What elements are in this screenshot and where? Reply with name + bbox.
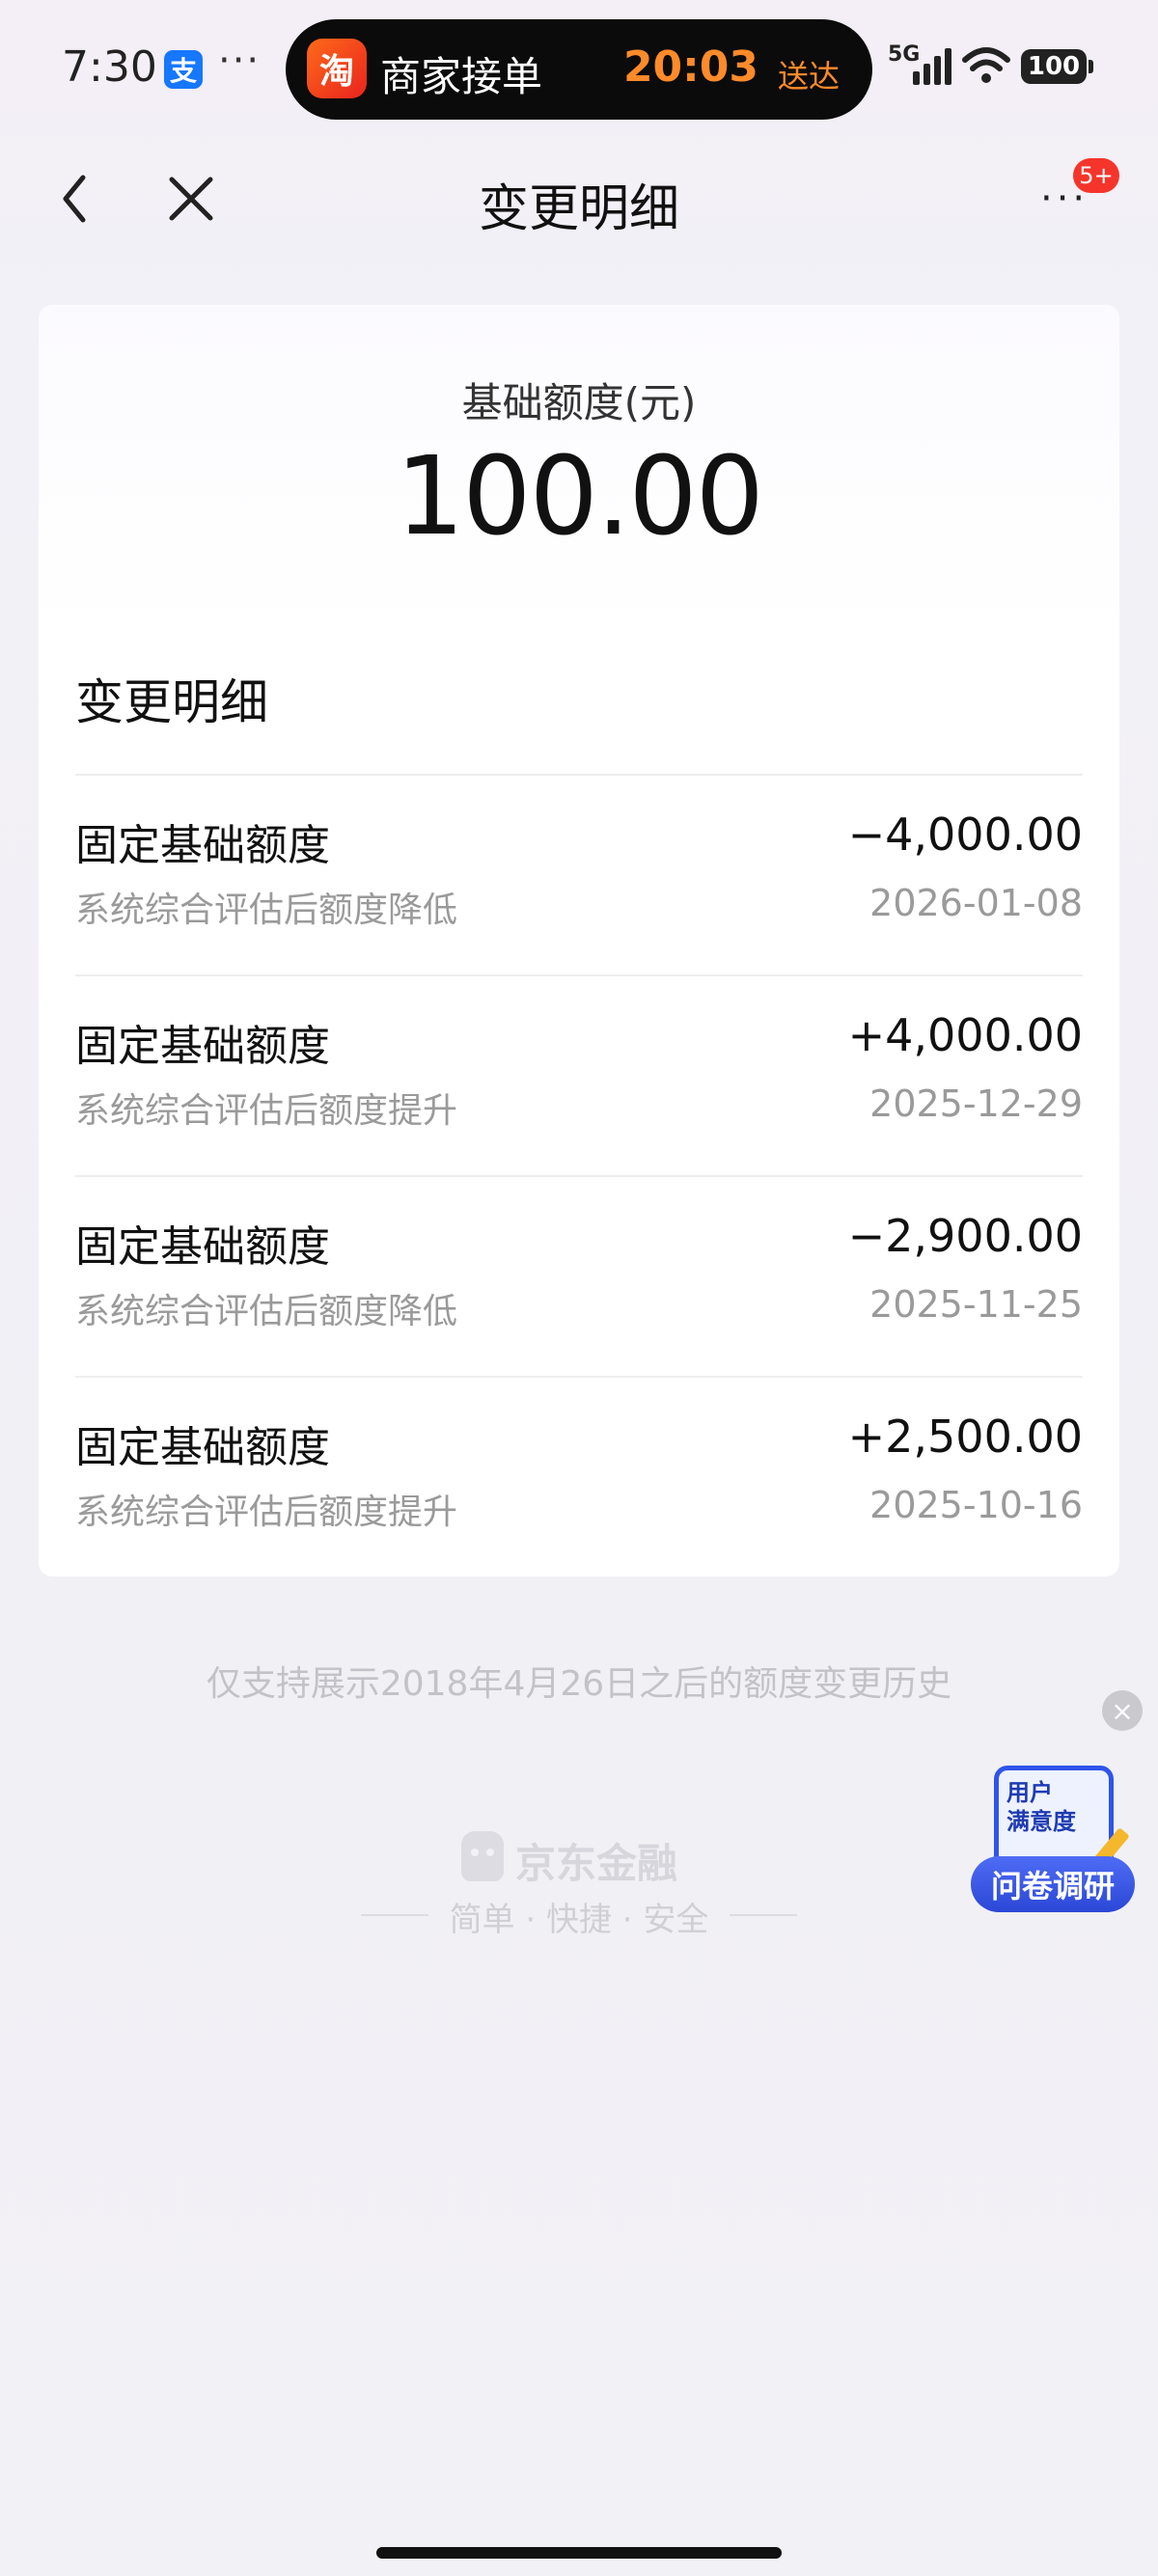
credit-change-card: 基础额度(元) 100.00 变更明细 固定基础额度 系统综合评估后额度降低 −… <box>39 305 1119 1576</box>
island-time: 20:03 <box>622 42 758 92</box>
base-limit-label: 基础额度(元) <box>461 379 697 426</box>
survey-board-line2: 满意度 <box>1006 1808 1076 1835</box>
record-amount: −4,000.00 <box>847 808 1083 861</box>
island-title: 商家接单 <box>380 53 543 100</box>
record-desc: 系统综合评估后额度提升 <box>75 1493 458 1532</box>
slogan-line-right <box>730 1914 797 1916</box>
signal-icon <box>913 46 951 85</box>
page-title: 变更明细 <box>478 180 679 238</box>
record-title: 固定基础额度 <box>75 1222 330 1272</box>
survey-board-text: 用户 满意度 <box>1006 1778 1076 1836</box>
record-date: 2026-01-08 <box>869 882 1083 924</box>
record-desc: 系统综合评估后额度降低 <box>75 891 458 930</box>
record-desc: 系统综合评估后额度提升 <box>75 1091 458 1131</box>
brand-name: 京东金融 <box>515 1840 678 1887</box>
survey-widget[interactable]: 用户 满意度 问卷调研 <box>971 1762 1135 1916</box>
taobao-app-icon: 淘 <box>307 39 367 98</box>
alipay-icon: 支 <box>164 50 203 89</box>
history-footnote: 仅支持展示2018年4月26日之后的额度变更历史 <box>206 1664 952 1704</box>
record-title: 固定基础额度 <box>75 1022 330 1071</box>
change-record-row: 固定基础额度 系统综合评估后额度提升 +4,000.00 2025-12-29 <box>39 976 1119 1175</box>
battery-icon: 100 <box>1021 49 1087 84</box>
island-sub: 送达 <box>777 58 840 95</box>
record-amount: +2,500.00 <box>847 1411 1083 1463</box>
more-options-icon[interactable]: ··· <box>1040 179 1089 218</box>
change-record-row: 固定基础额度 系统综合评估后额度提升 +2,500.00 2025-10-16 <box>39 1378 1119 1576</box>
survey-close-icon[interactable]: × <box>1102 1690 1143 1731</box>
status-time: 7:30 <box>62 42 157 92</box>
home-indicator[interactable] <box>376 2547 782 2559</box>
record-title: 固定基础额度 <box>75 821 330 870</box>
survey-button[interactable]: 问卷调研 <box>971 1856 1135 1912</box>
section-title: 变更明细 <box>75 674 268 730</box>
live-activity-island[interactable]: 淘 商家接单 20:03 送达 <box>286 19 872 120</box>
notification-badge: 5+ <box>1073 158 1119 193</box>
jd-finance-logo-icon <box>461 1831 504 1881</box>
base-limit-amount: 100.00 <box>396 434 764 560</box>
change-record-row: 固定基础额度 系统综合评估后额度降低 −2,900.00 2025-11-25 <box>39 1177 1119 1376</box>
record-title: 固定基础额度 <box>75 1423 330 1472</box>
record-amount: +4,000.00 <box>847 1009 1083 1061</box>
battery-tip <box>1089 60 1093 73</box>
wifi-icon <box>962 47 1010 83</box>
record-desc: 系统综合评估后额度降低 <box>75 1292 458 1331</box>
status-more-icon: ··· <box>218 39 262 83</box>
change-record-row: 固定基础额度 系统综合评估后额度降低 −4,000.00 2026-01-08 <box>39 776 1119 974</box>
record-date: 2025-11-25 <box>869 1283 1083 1326</box>
record-date: 2025-12-29 <box>869 1082 1083 1125</box>
survey-board-line1: 用户 <box>1006 1779 1053 1806</box>
record-amount: −2,900.00 <box>847 1210 1083 1262</box>
record-date: 2025-10-16 <box>869 1484 1083 1526</box>
